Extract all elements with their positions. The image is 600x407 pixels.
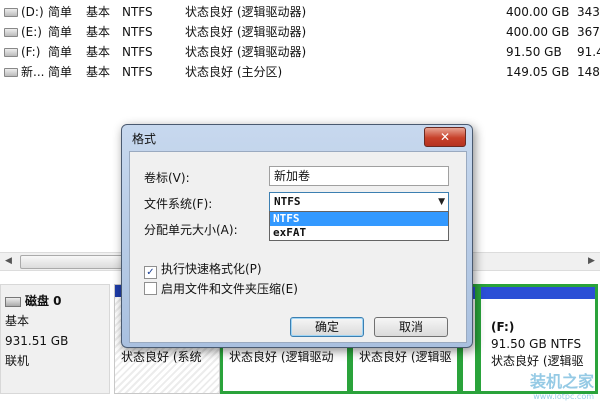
chevron-down-icon: ▼ xyxy=(438,197,445,207)
disk-0-label[interactable]: 磁盘 0 基本 931.51 GB 联机 xyxy=(0,284,110,394)
scroll-right-icon[interactable]: ▶ xyxy=(583,253,600,270)
volume-row-f[interactable]: (F:) 简单 基本 NTFS 状态良好 (逻辑驱动器) 91.50 GB 91… xyxy=(0,42,600,62)
scroll-left-icon[interactable]: ◀ xyxy=(0,253,17,270)
volume-row-new[interactable]: 新... 简单 基本 NTFS 状态良好 (主分区) 149.05 GB 148 xyxy=(0,62,600,82)
drive-icon xyxy=(4,8,18,17)
allocation-size-label: 分配单元大小(A): xyxy=(144,223,238,237)
volume-label-input[interactable]: 新加卷 xyxy=(269,166,449,186)
checkbox-unchecked-icon xyxy=(144,282,157,295)
option-ntfs[interactable]: NTFS xyxy=(270,212,448,226)
compression-checkbox[interactable]: 启用文件和文件夹压缩(E) xyxy=(144,280,298,297)
dialog-titlebar[interactable]: 格式 ✕ xyxy=(122,125,472,151)
watermark-logo: 装机之家 www.lotpc.com xyxy=(529,372,594,401)
disk-icon xyxy=(5,296,21,307)
dialog-title: 格式 xyxy=(132,132,157,146)
format-dialog: 格式 ✕ 卷标(V): 新加卷 文件系统(F): NTFS ▼ 分配单元大小(A… xyxy=(121,124,473,348)
file-system-label: 文件系统(F): xyxy=(144,197,213,211)
drive-icon xyxy=(4,68,18,77)
volume-row-d[interactable]: (D:) 简单 基本 NTFS 状态良好 (逻辑驱动器) 400.00 GB 3… xyxy=(0,2,600,22)
option-exfat[interactable]: exFAT xyxy=(270,226,448,240)
close-icon: ✕ xyxy=(439,130,451,144)
file-system-options: NTFS exFAT xyxy=(269,211,449,241)
dialog-body: 卷标(V): 新加卷 文件系统(F): NTFS ▼ 分配单元大小(A): NT… xyxy=(129,151,467,343)
volume-label-label: 卷标(V): xyxy=(144,171,190,185)
checkbox-checked-icon: ✓ xyxy=(144,266,157,279)
drive-icon xyxy=(4,28,18,37)
quick-format-checkbox[interactable]: ✓ 执行快速格式化(P) xyxy=(144,260,262,279)
file-system-select[interactable]: NTFS ▼ xyxy=(269,192,449,212)
volume-row-e[interactable]: (E:) 简单 基本 NTFS 状态良好 (逻辑驱动器) 400.00 GB 3… xyxy=(0,22,600,42)
ok-button[interactable]: 确定 xyxy=(290,317,364,337)
close-button[interactable]: ✕ xyxy=(424,127,466,147)
cancel-button[interactable]: 取消 xyxy=(374,317,448,337)
drive-icon xyxy=(4,48,18,57)
